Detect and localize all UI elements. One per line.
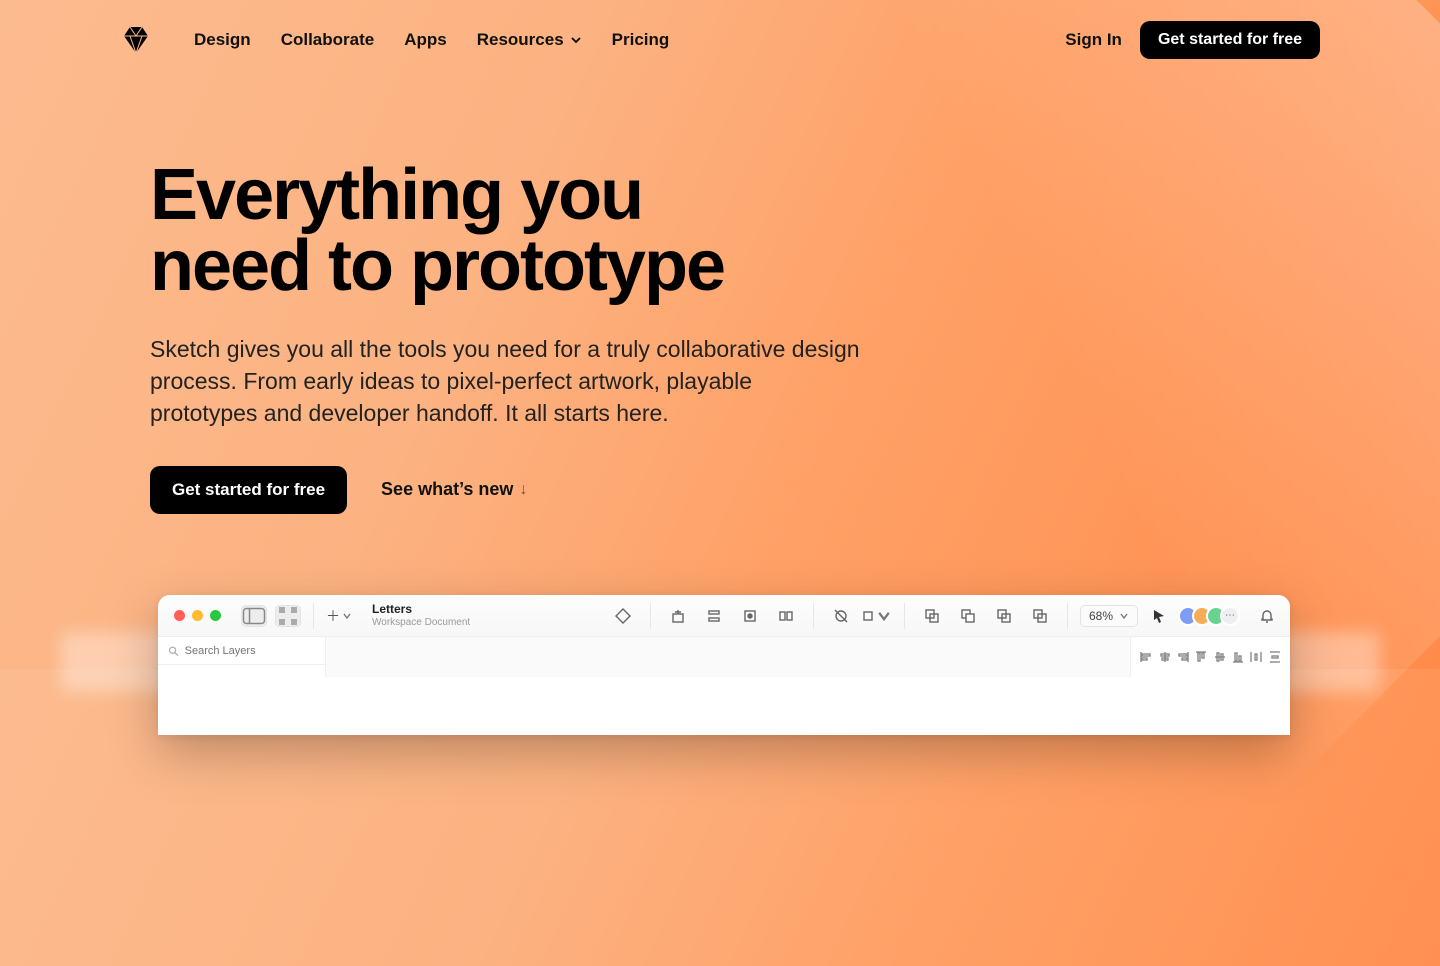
document-title: Letters Workspace Document — [362, 603, 480, 627]
collaborator-avatars[interactable]: ⋯ — [1184, 606, 1240, 626]
layers-panel — [158, 637, 326, 677]
canvas[interactable] — [326, 637, 1130, 677]
whatsnew-label: See what’s new — [381, 479, 513, 500]
align-right-icon[interactable] — [1175, 649, 1191, 665]
top-nav: Design Collaborate Apps Resources Pricin… — [0, 0, 1440, 80]
sketch-logo[interactable] — [120, 25, 152, 55]
distribute-v-icon[interactable] — [1267, 649, 1283, 665]
align-left-icon[interactable] — [1138, 649, 1154, 665]
insert-button[interactable]: ＋ — [320, 606, 358, 626]
chevron-down-icon — [570, 34, 582, 46]
nav-link-design[interactable]: Design — [194, 30, 251, 50]
align-top-icon[interactable] — [1193, 649, 1209, 665]
get-started-button[interactable]: Get started for free — [1140, 21, 1320, 59]
sidebar-toggle-icon[interactable] — [241, 605, 267, 627]
nav-link-resources[interactable]: Resources — [477, 30, 582, 50]
hero-title-line2: need to prototype — [150, 226, 724, 306]
symbol-icon[interactable] — [608, 603, 638, 629]
mask-chevron-icon — [876, 608, 892, 624]
mask-icon[interactable] — [862, 603, 892, 629]
insert-chevron-icon — [342, 611, 352, 621]
nav-link-apps[interactable]: Apps — [404, 30, 447, 50]
sign-in-link[interactable]: Sign In — [1065, 30, 1122, 50]
edit-icon[interactable] — [735, 603, 765, 629]
hero-title-line1: Everything you — [150, 155, 642, 235]
see-whats-new-link[interactable]: See what’s new ↓ — [381, 479, 527, 500]
arrow-down-icon: ↓ — [519, 481, 527, 499]
zoom-value: 68% — [1089, 609, 1113, 623]
distribute-h-icon[interactable] — [1248, 649, 1264, 665]
nav-link-pricing[interactable]: Pricing — [612, 30, 670, 50]
cursor-icon[interactable] — [1144, 603, 1174, 629]
difference-icon[interactable] — [1025, 603, 1055, 629]
rotate-icon[interactable] — [826, 603, 856, 629]
create-symbol-icon[interactable] — [663, 603, 693, 629]
intersect-icon[interactable] — [989, 603, 1019, 629]
plus-icon: ＋ — [326, 606, 340, 626]
inspector-align-row — [1130, 637, 1290, 677]
app-toolbar: ＋ Letters Workspace Document — [158, 595, 1290, 637]
window-traffic-lights — [158, 610, 235, 621]
window-close-icon[interactable] — [174, 610, 185, 621]
more-collaborators-icon[interactable]: ⋯ — [1220, 606, 1240, 626]
window-minimize-icon[interactable] — [192, 610, 203, 621]
grid-view-icon[interactable] — [275, 605, 301, 627]
styles-icon[interactable] — [699, 603, 729, 629]
layers-search[interactable] — [158, 637, 325, 665]
align-center-h-icon[interactable] — [1157, 649, 1173, 665]
layers-search-input[interactable] — [185, 645, 315, 657]
document-name: Letters — [372, 603, 470, 616]
nav-link-label: Resources — [477, 30, 564, 50]
zoom-chevron-icon — [1119, 611, 1129, 621]
document-subtitle: Workspace Document — [372, 617, 470, 628]
transform-icon[interactable] — [771, 603, 801, 629]
hero-get-started-button[interactable]: Get started for free — [150, 466, 347, 514]
search-icon — [168, 645, 179, 657]
hero: Everything you need to prototype Sketch … — [150, 160, 910, 514]
bell-icon[interactable] — [1252, 603, 1282, 629]
zoom-dropdown[interactable]: 68% — [1080, 605, 1138, 627]
subtract-icon[interactable] — [953, 603, 983, 629]
union-icon[interactable] — [917, 603, 947, 629]
window-zoom-icon[interactable] — [210, 610, 221, 621]
nav-link-collaborate[interactable]: Collaborate — [281, 30, 375, 50]
align-bottom-icon[interactable] — [1230, 649, 1246, 665]
align-center-v-icon[interactable] — [1212, 649, 1228, 665]
hero-subtitle: Sketch gives you all the tools you need … — [150, 333, 860, 430]
sketch-app-window: ＋ Letters Workspace Document — [158, 595, 1290, 735]
hero-title: Everything you need to prototype — [150, 160, 910, 301]
